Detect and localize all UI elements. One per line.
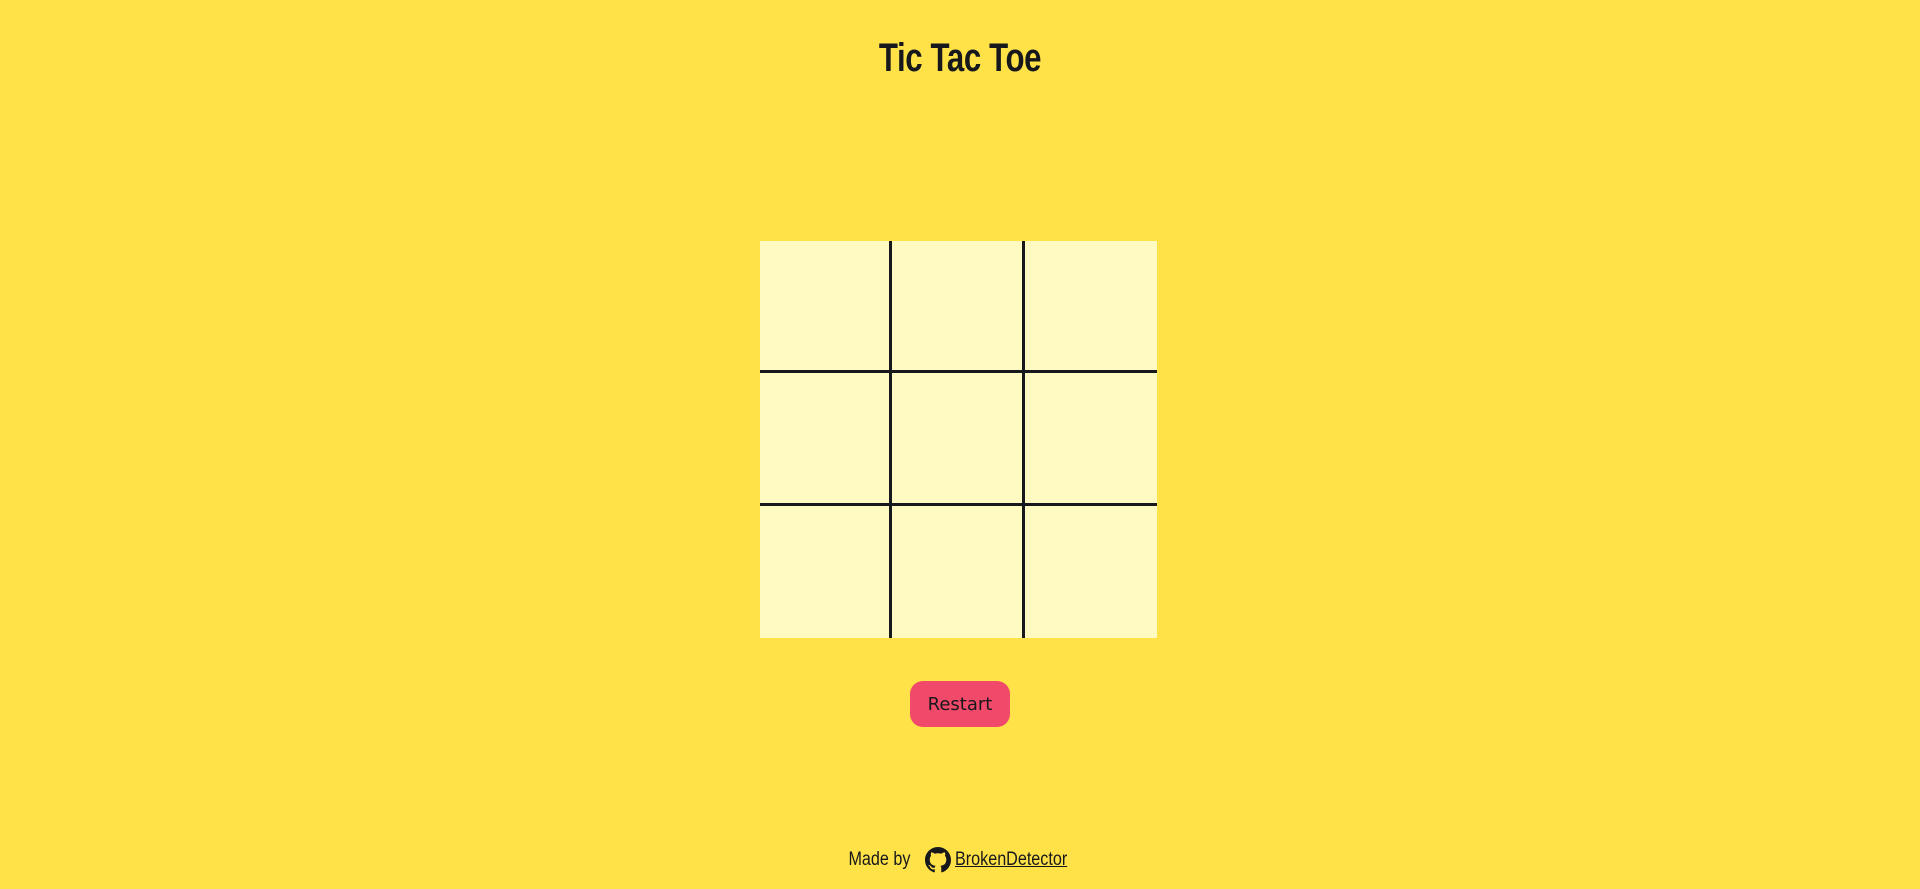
- board-cell-6[interactable]: [1024, 373, 1157, 506]
- game-board: [760, 241, 1157, 638]
- board-cell-2[interactable]: [892, 241, 1025, 374]
- board-cell-7[interactable]: [760, 505, 893, 638]
- board-cell-9[interactable]: [1024, 505, 1157, 638]
- board-cell-5[interactable]: [892, 373, 1025, 506]
- board-cell-8[interactable]: [892, 505, 1025, 638]
- page-title: Tic Tac Toe: [878, 36, 1042, 80]
- restart-button[interactable]: Restart: [910, 681, 1010, 727]
- board-cell-1[interactable]: [760, 241, 893, 374]
- made-by-label: Made by: [848, 849, 910, 870]
- author-link[interactable]: BrokenDetector: [955, 849, 1067, 871]
- github-icon[interactable]: [925, 847, 952, 873]
- board-cell-3[interactable]: [1024, 241, 1157, 374]
- footer: Made by BrokenDetector: [0, 847, 1920, 873]
- board-cell-4[interactable]: [760, 373, 893, 506]
